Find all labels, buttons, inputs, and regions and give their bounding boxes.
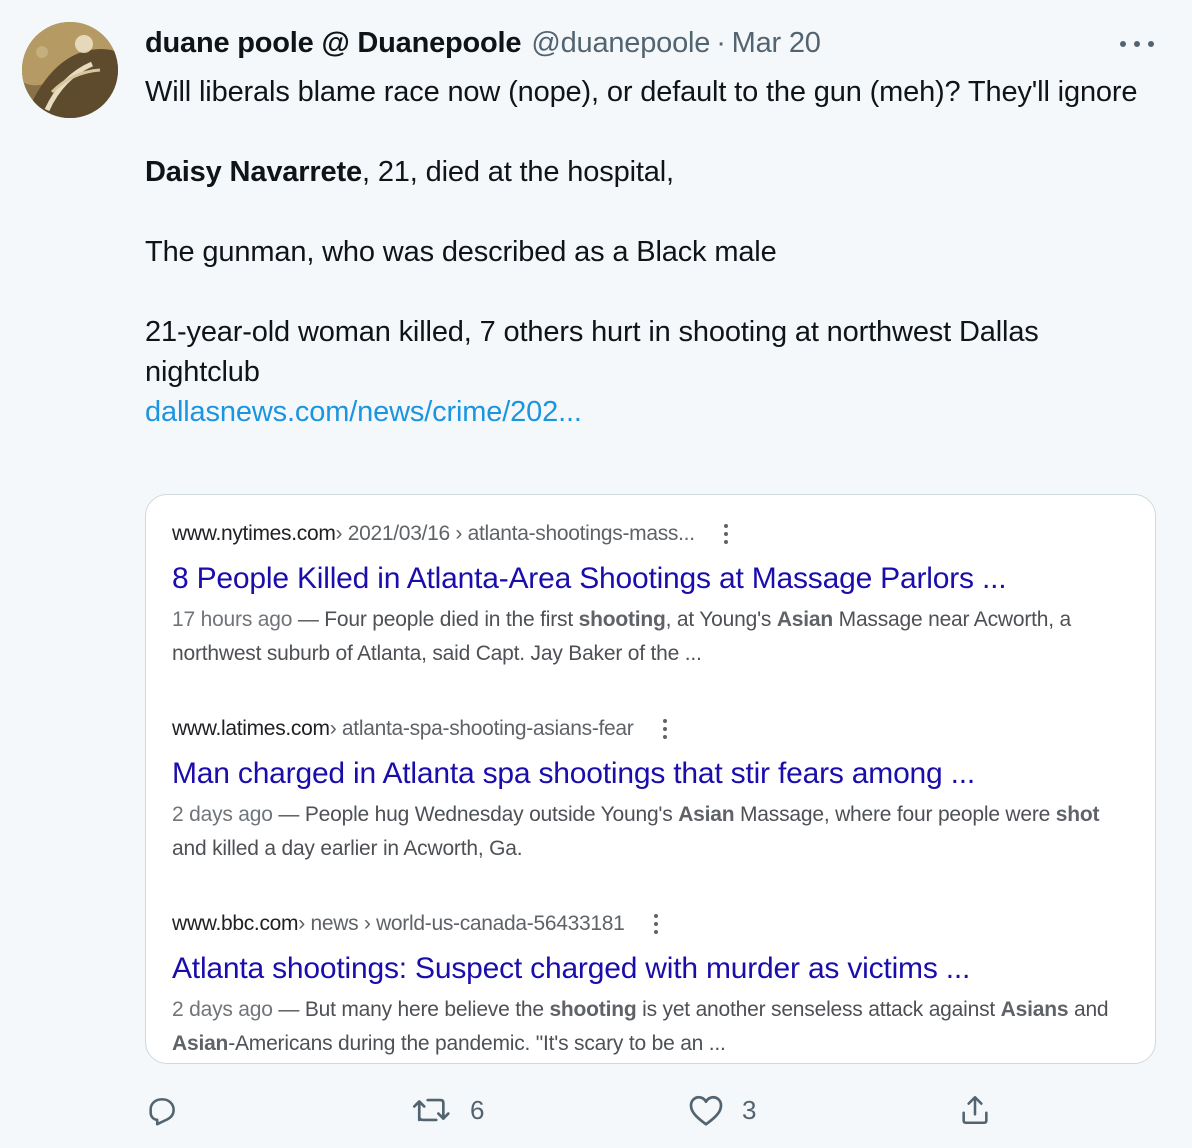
result-menu-icon[interactable] xyxy=(653,914,659,934)
result-domain: www.latimes.com xyxy=(172,717,330,740)
more-options-icon[interactable] xyxy=(1120,38,1154,50)
reply-icon xyxy=(149,1098,175,1126)
result-domain: www.nytimes.com xyxy=(172,522,336,545)
result-menu-icon[interactable] xyxy=(662,719,668,739)
tweet-line-2: Daisy Navarrete, 21, died at the hospita… xyxy=(145,152,1145,192)
result-path: › atlanta-spa-shooting-asians-fear xyxy=(329,717,634,740)
display-name[interactable]: duane poole @ Duanepoole xyxy=(145,27,522,60)
result-title[interactable]: Atlanta shootings: Suspect charged with … xyxy=(172,951,1132,987)
result-path: › 2021/03/16 › atlanta-shootings-mass... xyxy=(335,522,696,545)
reply-button[interactable] xyxy=(145,1088,179,1132)
retweet-icon xyxy=(412,1098,450,1122)
heart-icon xyxy=(689,1095,723,1126)
result-menu-icon[interactable] xyxy=(723,524,729,544)
header-separator: · xyxy=(716,26,726,59)
like-button[interactable]: 3 xyxy=(688,1088,756,1132)
tweet-actions: 6 3 xyxy=(0,1088,1192,1132)
result-domain: www.bbc.com xyxy=(172,912,299,935)
tweet-line-3: The gunman, who was described as a Black… xyxy=(145,236,777,268)
result-snippet: 2 days ago — People hug Wednesday outsid… xyxy=(172,803,1100,860)
retweet-count: 6 xyxy=(470,1094,485,1125)
tweet-line-4: 21-year-old woman killed, 7 others hurt … xyxy=(145,316,1039,388)
tweet-date[interactable]: Mar 20 xyxy=(732,27,821,60)
tweet-line-1: Will liberals blame race now (nope), or … xyxy=(145,76,1138,108)
retweet-button[interactable]: 6 xyxy=(412,1088,484,1132)
result-url: www.nytimes.com › 2021/03/16 › atlanta-s… xyxy=(172,521,1132,547)
share-button[interactable] xyxy=(958,1088,992,1132)
share-icon xyxy=(962,1095,988,1125)
tweet-link[interactable]: dallasnews.com/news/crime/202... xyxy=(145,396,582,428)
result-title[interactable]: 8 People Killed in Atlanta-Area Shooting… xyxy=(172,561,1132,597)
avatar-image xyxy=(22,22,118,118)
tweet: duane poole @ Duanepoole @duanepoole · M… xyxy=(0,0,1192,1148)
result-snippet: 17 hours ago — Four people died in the f… xyxy=(172,608,1072,665)
result-url: www.latimes.com › atlanta-spa-shooting-a… xyxy=(172,716,1132,742)
result-path: › news › world-us-canada-56433181 xyxy=(298,912,625,935)
search-result: www.nytimes.com › 2021/03/16 › atlanta-s… xyxy=(172,521,1132,671)
tweet-text: Will liberals blame race now (nope), or … xyxy=(145,72,1145,432)
victim-name: Daisy Navarrete xyxy=(145,156,363,188)
avatar[interactable] xyxy=(22,22,118,118)
tweet-header: duane poole @ Duanepoole @duanepoole · M… xyxy=(145,26,821,60)
result-url: www.bbc.com › news › world-us-canada-564… xyxy=(172,911,1132,937)
user-handle[interactable]: @duanepoole xyxy=(531,27,710,60)
like-count: 3 xyxy=(742,1094,757,1125)
result-title[interactable]: Man charged in Atlanta spa shootings tha… xyxy=(172,756,1132,792)
result-snippet: 2 days ago — But many here believe the s… xyxy=(172,998,1109,1055)
victim-detail: , 21, died at the hospital, xyxy=(362,156,674,188)
attached-image-search-results[interactable]: www.nytimes.com › 2021/03/16 › atlanta-s… xyxy=(145,494,1156,1064)
search-result: www.bbc.com › news › world-us-canada-564… xyxy=(172,911,1132,1061)
search-result: www.latimes.com › atlanta-spa-shooting-a… xyxy=(172,716,1132,866)
